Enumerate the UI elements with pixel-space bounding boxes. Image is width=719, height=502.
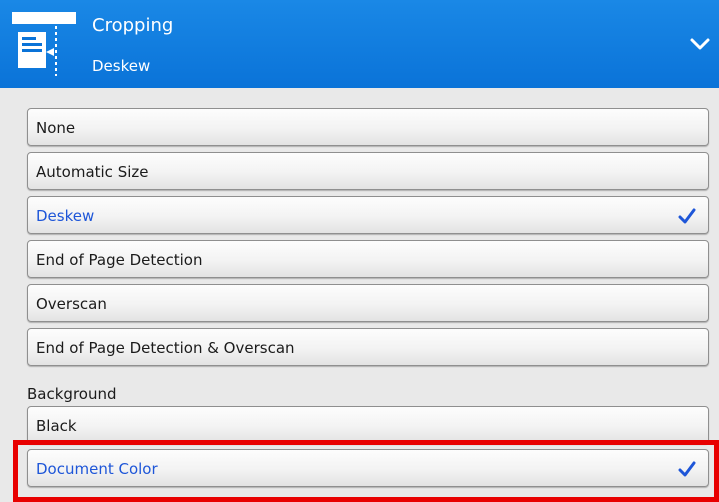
option-label: None bbox=[36, 119, 76, 137]
option-label: Black bbox=[36, 417, 77, 435]
checkmark-icon bbox=[678, 208, 696, 224]
option-none[interactable]: None bbox=[27, 108, 709, 146]
chevron-down-icon[interactable] bbox=[689, 34, 711, 54]
checkmark-icon bbox=[678, 461, 696, 477]
crop-page-icon bbox=[12, 12, 76, 76]
background-section-label: Background bbox=[27, 385, 117, 403]
background-option-black[interactable]: Black bbox=[27, 406, 709, 444]
option-label: Overscan bbox=[36, 295, 107, 313]
cropping-panel: Cropping Deskew None Automatic Size Desk… bbox=[0, 0, 719, 502]
option-deskew[interactable]: Deskew bbox=[27, 196, 709, 234]
option-automatic-size[interactable]: Automatic Size bbox=[27, 152, 709, 190]
option-label: Deskew bbox=[36, 207, 95, 225]
cropping-header[interactable]: Cropping Deskew bbox=[0, 0, 719, 88]
option-label: End of Page Detection & Overscan bbox=[36, 339, 295, 357]
option-end-of-page-detection-and-overscan[interactable]: End of Page Detection & Overscan bbox=[27, 328, 709, 366]
option-label: End of Page Detection bbox=[36, 251, 203, 269]
option-overscan[interactable]: Overscan bbox=[27, 284, 709, 322]
option-label: Automatic Size bbox=[36, 163, 149, 181]
option-end-of-page-detection[interactable]: End of Page Detection bbox=[27, 240, 709, 278]
header-title: Cropping bbox=[92, 15, 174, 36]
option-label: Document Color bbox=[36, 460, 158, 478]
header-subtitle: Deskew bbox=[92, 57, 151, 75]
background-option-document-color[interactable]: Document Color bbox=[27, 449, 709, 487]
